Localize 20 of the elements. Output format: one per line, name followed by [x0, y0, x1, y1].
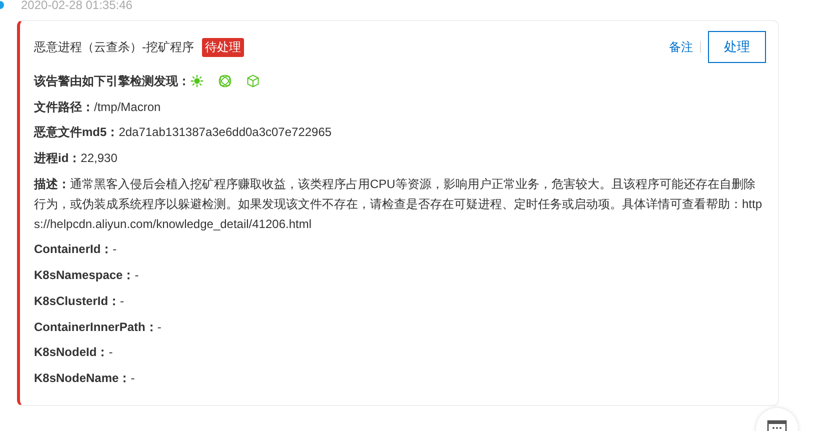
field-text: K8sNamespace：-	[34, 267, 140, 284]
timestamp: 2020-02-28 01:35:46	[21, 0, 132, 11]
handle-button[interactable]: 处理	[708, 31, 766, 63]
status-badge: 待处理	[202, 38, 244, 56]
sun-icon	[190, 74, 204, 88]
field-text: 描述：通常黑客入侵后会植入挖矿程序赚取收益，该类程序占用CPU等资源，影响用户正常业务，危害较大。且该程序可能还存在自删除行为，或伪装成系统程序以躲避检测。如果发现该文件不存在，请检查是否存在可疑进程、定时任务或启动项。具体详情可查看帮助：https://helpcdn.aliyun.com/knowledge_detail/41206.html	[34, 176, 764, 233]
alert-title: 恶意进程（云查杀）-挖矿程序	[34, 38, 194, 56]
field-text: K8sNodeId：-	[34, 344, 114, 362]
field-text: 进程id：22,930	[34, 150, 118, 168]
field-text: K8sClusterId：-	[34, 292, 126, 310]
cube-icon	[246, 74, 260, 88]
field-text: 文件路径：/tmp/Macron	[34, 98, 162, 116]
field-text: K8sNodeName：-	[34, 370, 136, 387]
message-icon	[766, 420, 788, 431]
atom-icon	[218, 74, 232, 88]
field-text: 恶意文件md5：2da71ab131387a3e6dd0a3c07e722965	[34, 124, 333, 142]
field-text: ContainerId：-	[34, 241, 118, 258]
engines-label: 该告警由如下引擎检测发现：	[34, 73, 190, 90]
field-text: ContainerInnerPath：-	[34, 318, 162, 336]
note-link[interactable]: 备注	[669, 38, 693, 56]
